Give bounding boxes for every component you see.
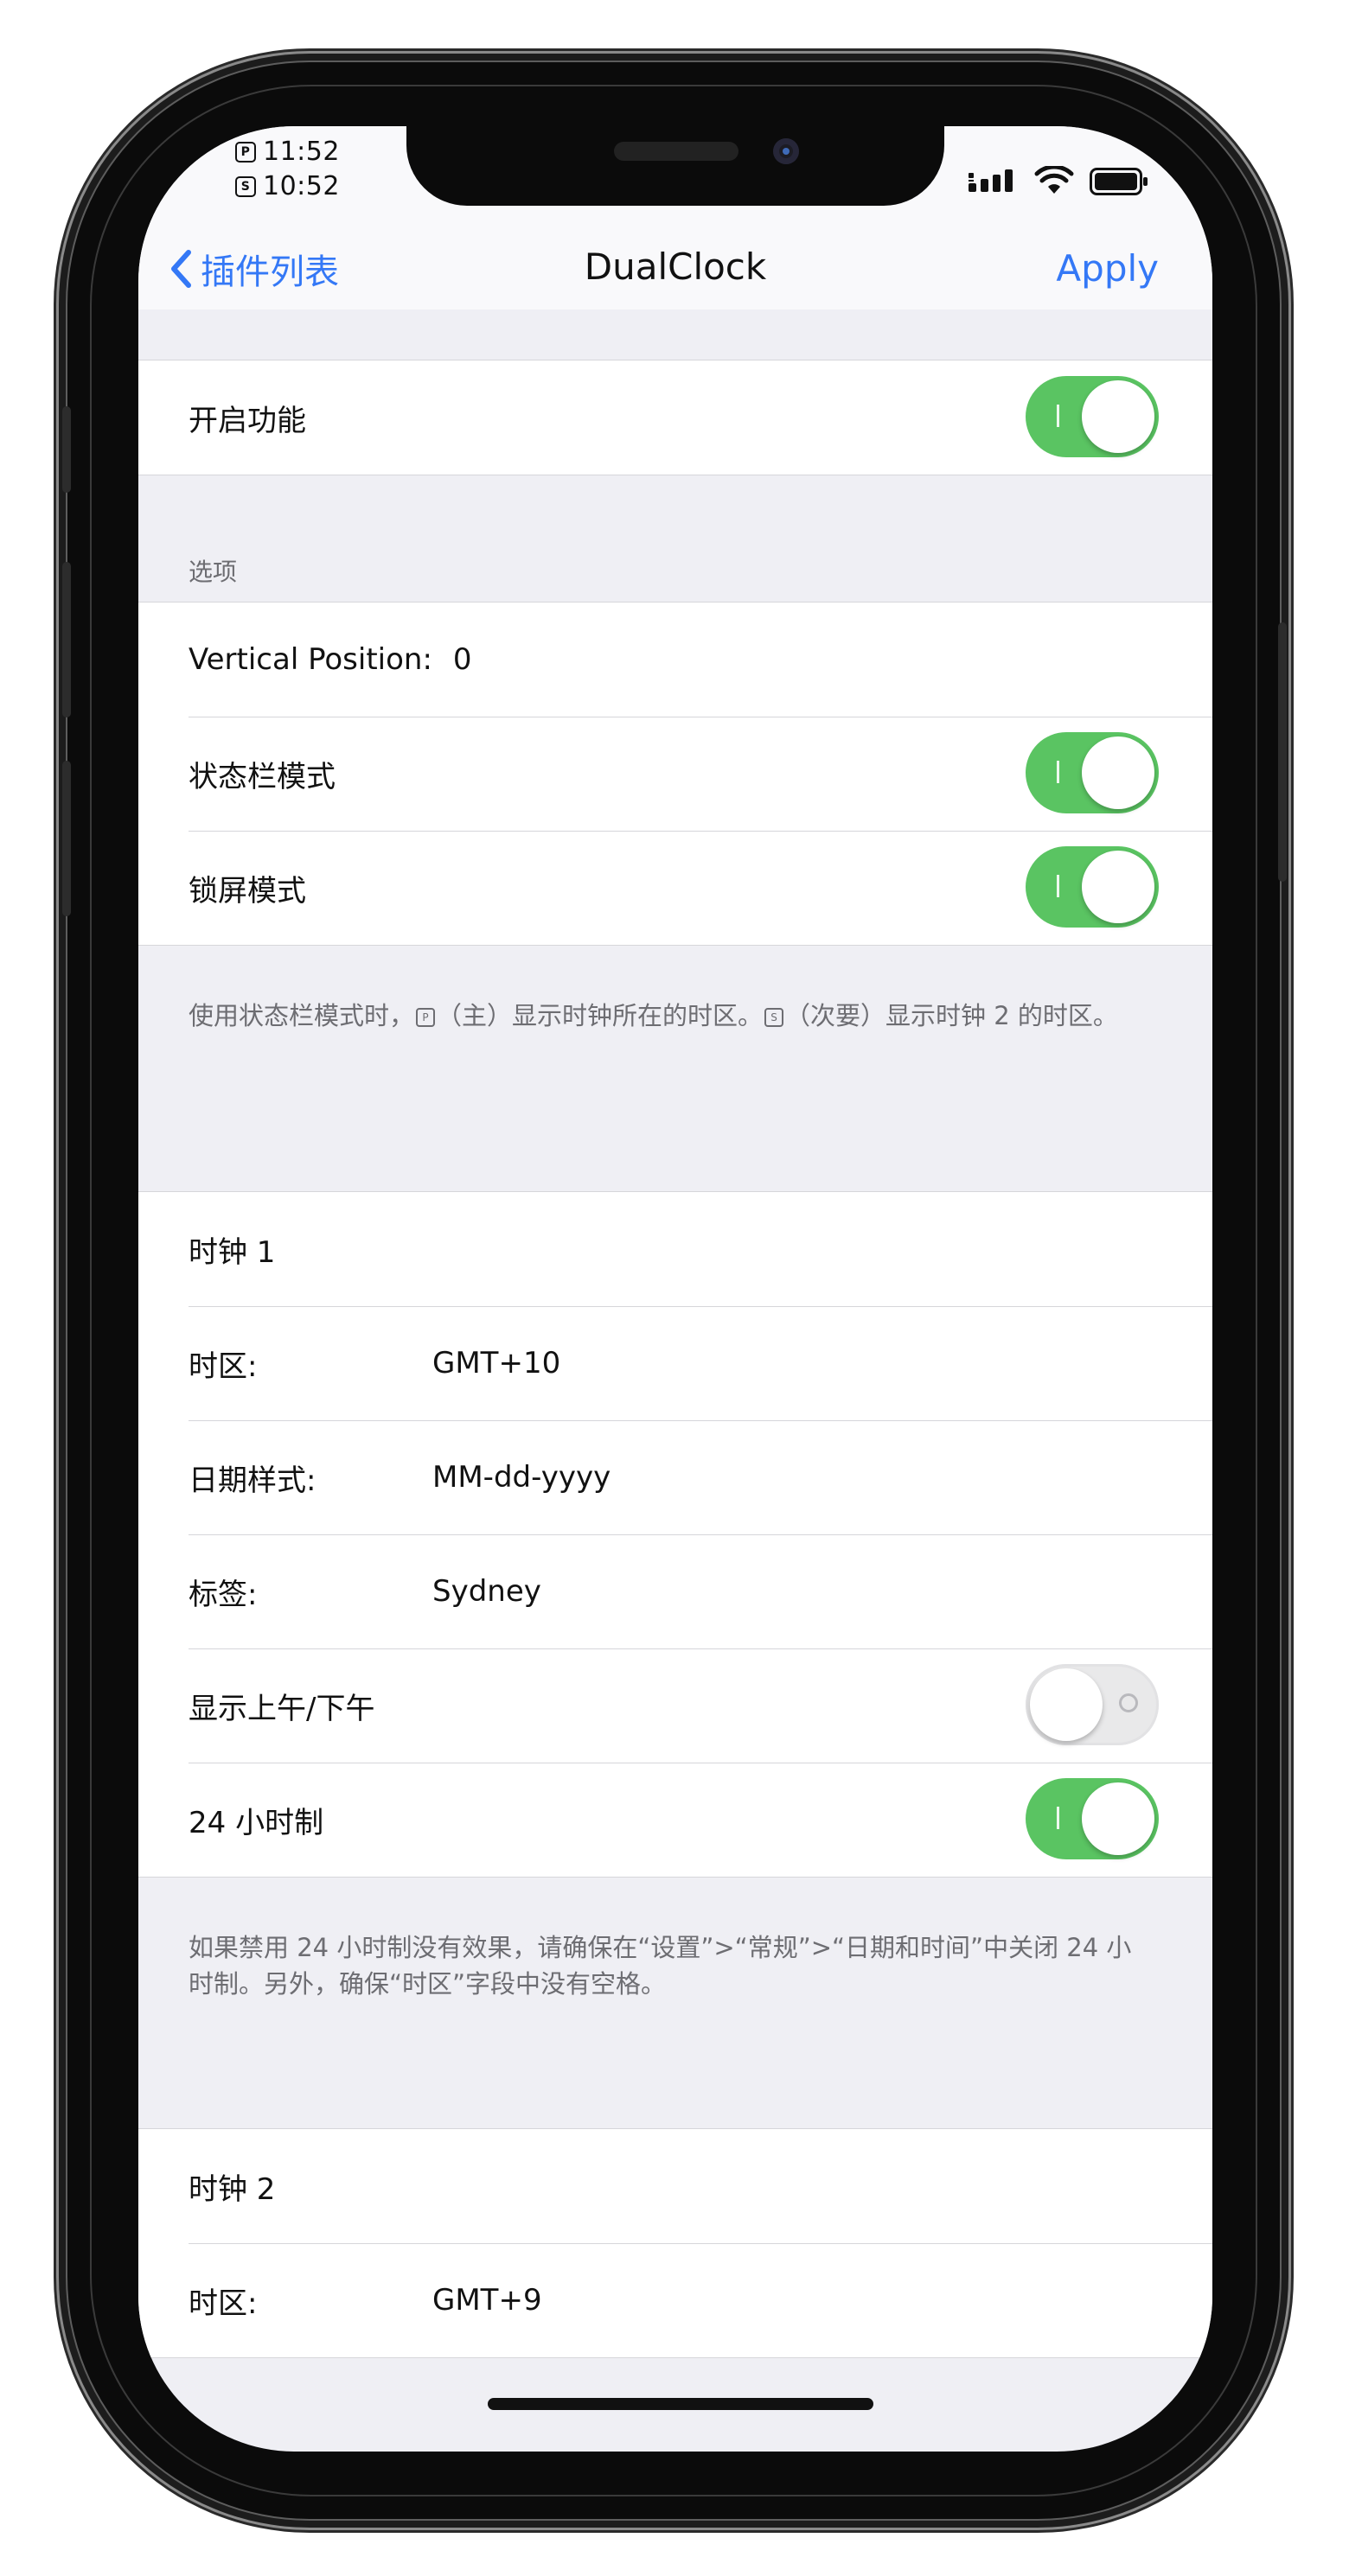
clock1-date-format-label: 日期样式: [189, 1463, 316, 1498]
toggle-knob [1030, 1668, 1103, 1741]
vertical-position-value: 0 [452, 642, 472, 677]
clock1-ampm-toggle[interactable] [1026, 1664, 1159, 1745]
clock1-title: 时钟 1 [189, 1234, 276, 1270]
statusbar-mode-toggle[interactable] [1026, 732, 1159, 813]
settings-list: 开启功能 选项 Vertical Position: 0 状态栏模式 锁屏模式 … [138, 309, 1212, 2358]
primary-time: 11:52 [263, 137, 340, 167]
clock1-24h-label: 24 小时制 [189, 1805, 324, 1840]
lockscreen-mode-toggle[interactable] [1026, 846, 1159, 928]
toggle-on-mark-icon [1057, 1807, 1059, 1829]
clock1-timezone-label: 时区: [189, 1349, 258, 1384]
clock1-group: 时钟 1 时区: GMT+10 日期样式: MM-dd-yyyy 标签: Syd… [138, 1191, 1212, 1878]
toggle-on-mark-icon [1057, 761, 1059, 783]
mute-switch [62, 406, 71, 493]
phone-screen: P 11:52 S 10:52 插件列表 DualClock Apply 开启功… [138, 126, 1212, 2452]
secondary-marker-icon: S [764, 1008, 784, 1027]
vertical-position-label: Vertical Position: [189, 642, 432, 677]
enable-label: 开启功能 [189, 403, 306, 438]
clock2-title: 时钟 2 [189, 2171, 276, 2207]
enable-toggle[interactable] [1026, 376, 1159, 457]
options-footer: 使用状态栏模式时， P （主）显示时钟所在的时区。 S （次要）显示时钟 2 的时区。 [138, 946, 1212, 1191]
vertical-position-row[interactable]: Vertical Position: 0 [138, 603, 1212, 717]
options-footer-text-3: （次要）显示时钟 2 的时区。 [785, 1001, 1118, 1030]
primary-clock: P 11:52 [235, 137, 340, 167]
navigation-bar: 插件列表 DualClock Apply [138, 209, 1212, 311]
toggle-off-mark-icon [1119, 1693, 1138, 1712]
clock1-date-format-row[interactable]: 日期样式: MM-dd-yyyy [138, 1420, 1212, 1534]
clock2-timezone-value[interactable]: GMT+9 [432, 2283, 542, 2318]
clock2-timezone-row[interactable]: 时区: GMT+9 [138, 2243, 1212, 2357]
clock1-24h-row: 24 小时制 [138, 1763, 1212, 1877]
clock1-title-row: 时钟 1 [138, 1192, 1212, 1306]
lockscreen-mode-label: 锁屏模式 [189, 873, 306, 909]
clock1-tag-value[interactable]: Sydney [432, 1574, 541, 1609]
page-title: DualClock [584, 245, 767, 288]
front-camera [773, 138, 799, 164]
clock1-date-format-value[interactable]: MM-dd-yyyy [432, 1460, 611, 1495]
clock2-timezone-label: 时区: [189, 2286, 258, 2321]
lockscreen-mode-row: 锁屏模式 [138, 831, 1212, 945]
toggle-on-mark-icon [1057, 875, 1059, 897]
secondary-clock: S 10:52 [235, 171, 340, 201]
apply-button[interactable]: Apply [1056, 247, 1159, 290]
options-section-header: 选项 [138, 475, 1212, 602]
clock1-timezone-row[interactable]: 时区: GMT+10 [138, 1306, 1212, 1420]
wifi-icon [1034, 166, 1074, 194]
clock1-24h-toggle[interactable] [1026, 1778, 1159, 1859]
options-group: Vertical Position: 0 状态栏模式 锁屏模式 [138, 602, 1212, 946]
clock1-ampm-label: 显示上午/下午 [189, 1691, 375, 1726]
toggle-knob [1082, 380, 1154, 453]
toggle-on-mark-icon [1057, 405, 1059, 427]
clock1-tag-row[interactable]: 标签: Sydney [138, 1534, 1212, 1648]
enable-row: 开启功能 [138, 360, 1212, 475]
clock1-timezone-value[interactable]: GMT+10 [432, 1346, 560, 1380]
secondary-marker-icon: S [235, 175, 256, 197]
statusbar-mode-label: 状态栏模式 [189, 759, 336, 794]
earpiece-speaker [614, 142, 738, 161]
options-footer-text-2: （主）显示时钟所在的时区。 [437, 1001, 764, 1030]
enable-group: 开启功能 [138, 360, 1212, 475]
toggle-knob [1082, 736, 1154, 809]
notch [406, 126, 944, 206]
battery-icon [1090, 168, 1148, 195]
toggle-knob [1082, 851, 1154, 923]
home-indicator[interactable] [488, 2398, 873, 2410]
clock1-footer: 如果禁用 24 小时制没有效果，请确保在“设置”>“常规”>“日期和时间”中关闭… [138, 1878, 1212, 2128]
power-button [1278, 622, 1287, 882]
secondary-time: 10:52 [263, 171, 340, 201]
volume-down-button [62, 761, 71, 916]
clock1-ampm-row: 显示上午/下午 [138, 1648, 1212, 1763]
statusbar-mode-row: 状态栏模式 [138, 717, 1212, 831]
section-spacer [138, 309, 1212, 360]
primary-marker-icon: P [235, 141, 256, 163]
options-footer-text-1: 使用状态栏模式时， [189, 1001, 415, 1030]
volume-up-button [62, 562, 71, 717]
toggle-knob [1082, 1782, 1154, 1855]
clock1-tag-label: 标签: [189, 1577, 258, 1612]
signal-icon [969, 169, 1013, 192]
clock2-group: 时钟 2 时区: GMT+9 [138, 2128, 1212, 2358]
primary-marker-icon: P [416, 1008, 436, 1027]
clock2-title-row: 时钟 2 [138, 2129, 1212, 2243]
